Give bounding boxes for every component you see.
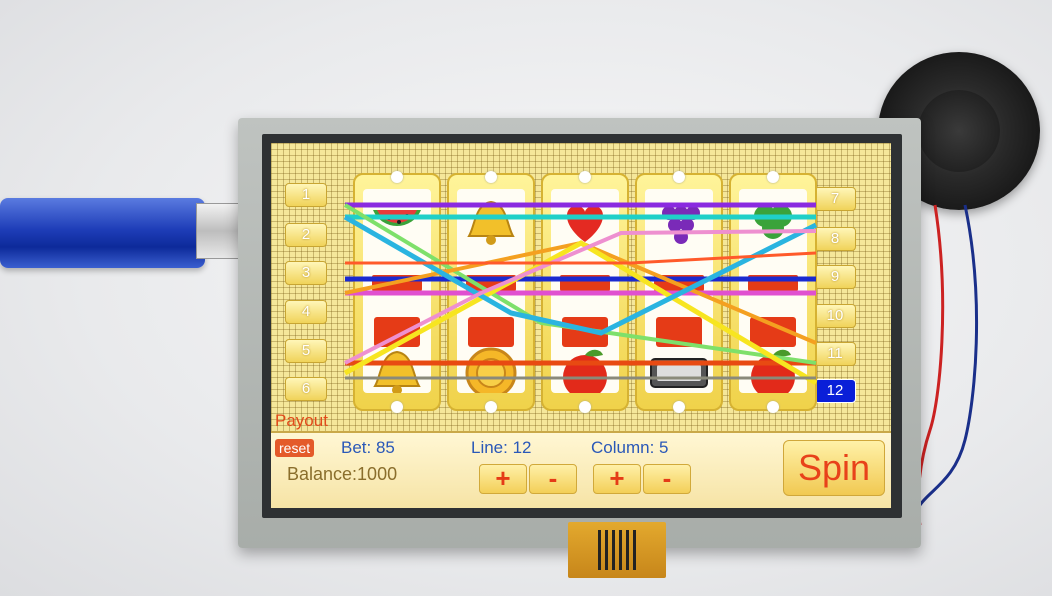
reel-dot-icon <box>391 171 403 183</box>
payline-button-10[interactable]: 10 <box>814 304 856 328</box>
reel-dot-icon <box>767 171 779 183</box>
payline-button-1[interactable]: 1 <box>285 183 327 207</box>
reel-dot-icon <box>485 401 497 413</box>
reset-button[interactable]: reset <box>275 439 315 457</box>
game-screen: 1 2 3 4 5 6 7 8 9 10 11 12 Payout reset … <box>271 143 891 508</box>
reel-dot-icon <box>673 171 685 183</box>
grapes-icon <box>645 189 713 257</box>
line-value: Line: 12 <box>471 438 532 457</box>
payline-button-4[interactable]: 4 <box>285 300 327 324</box>
reel-dot-icon <box>673 401 685 413</box>
ribbon-connector <box>568 522 666 578</box>
photo-background: 1 2 3 4 5 6 7 8 9 10 11 12 Payout reset … <box>0 0 1052 596</box>
bar-bar-bar-icon <box>645 339 713 393</box>
payline-button-5[interactable]: 5 <box>285 339 327 363</box>
apple-icon <box>551 339 619 393</box>
payline-button-7[interactable]: 7 <box>814 187 856 211</box>
column-plus-button[interactable]: + <box>593 464 641 494</box>
payline-button-3[interactable]: 3 <box>285 261 327 285</box>
reel-dot-icon <box>579 171 591 183</box>
line-minus-button[interactable]: - <box>529 464 577 494</box>
payline-button-11[interactable]: 11 <box>814 342 856 366</box>
watermelon-icon <box>363 189 431 257</box>
reel-2 <box>447 171 535 413</box>
reel-dot-icon <box>579 401 591 413</box>
reel-4 <box>635 171 723 413</box>
reel-dot-icon <box>485 171 497 183</box>
payline-button-6[interactable]: 6 <box>285 377 327 401</box>
balance-value: Balance:1000 <box>287 464 398 484</box>
reel-1 <box>353 171 441 413</box>
clover-icon <box>739 189 807 257</box>
payline-button-9[interactable]: 9 <box>814 265 856 289</box>
payout-label[interactable]: Payout <box>275 411 328 431</box>
apple-icon <box>739 339 807 393</box>
column-value: Column: 5 <box>591 438 669 457</box>
reel-5 <box>729 171 817 413</box>
line-plus-button[interactable]: + <box>479 464 527 494</box>
reel-dot-icon <box>767 401 779 413</box>
payline-button-2[interactable]: 2 <box>285 223 327 247</box>
heart-fruit-icon <box>551 189 619 257</box>
bell-icon <box>363 339 431 393</box>
payline-button-8[interactable]: 8 <box>814 227 856 251</box>
coin-icon <box>457 339 525 393</box>
reel-dot-icon <box>391 401 403 413</box>
reel-3 <box>541 171 629 413</box>
bet-value: Bet: 85 <box>341 438 395 457</box>
column-minus-button[interactable]: - <box>643 464 691 494</box>
spin-button[interactable]: Spin <box>783 440 885 496</box>
bell-icon <box>457 189 525 257</box>
control-bar: reset Bet: 85 Line: 12 Column: 5 Balance… <box>271 431 891 508</box>
payline-button-12[interactable]: 12 <box>814 379 856 403</box>
